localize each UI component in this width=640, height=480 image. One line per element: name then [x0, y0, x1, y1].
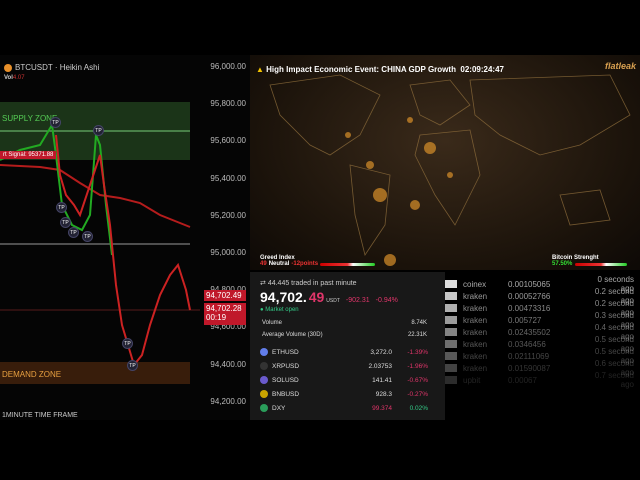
axis-label: 95,200.00 [210, 210, 246, 220]
bitcoin-icon [4, 63, 12, 72]
tp-marker: TP [82, 231, 93, 242]
coin-icon [260, 348, 268, 356]
coin-icon [260, 404, 268, 412]
price-chart[interactable]: SUPPLY ZONE DEMAND ZONE BTCUSDT · Heikin… [0, 55, 250, 420]
axis-label: 95,800.00 [210, 99, 246, 109]
flag-icon [445, 340, 457, 348]
trades-list: coinex 0.00105065 0 seconds ago kraken 0.000… [445, 272, 640, 420]
warning-icon: ▲ [256, 65, 264, 74]
flag-icon [445, 376, 457, 384]
ticker-info-panel: ⇄ 44.445 traded in past minute 94,702. 49… [250, 272, 445, 420]
moving-average [0, 164, 191, 228]
event-countdown: 02:09:24:47 [460, 65, 504, 74]
flag-icon [445, 292, 457, 300]
ticker-row[interactable]: ETHUSD 3,272.0 -1.39% [260, 345, 428, 359]
tp-marker: TP [56, 202, 67, 213]
flag-icon [445, 364, 457, 372]
timeframe-label: 1MINUTE TIME FRAME [2, 412, 78, 419]
symbol-title: BTCUSDT · Heikin Ashi [4, 63, 99, 72]
trade-row: upbit 0.00067 0.7 second ago [445, 371, 640, 389]
flag-icon [445, 352, 457, 360]
current-price: 94,702. 49 USDT -902.31 -0.94% [260, 289, 398, 305]
candles [0, 122, 200, 368]
tp-marker: TP [93, 125, 104, 136]
candle-countdown: 00:19 [206, 313, 227, 322]
traded-per-minute: ⇄ 44.445 traded in past minute [260, 280, 357, 287]
price-tag-2: 94,702.28 00:19 [204, 303, 246, 325]
tp-marker: TP [50, 117, 61, 128]
greed-index: Greed Index 49 Neutral -12points [260, 255, 376, 267]
axis-label: 95,600.00 [210, 136, 246, 146]
axis-label: 95,000.00 [210, 248, 246, 257]
axis-label: 94,400.00 [210, 359, 246, 369]
volume-row: Volume 8.74K [262, 320, 427, 326]
avg-volume-row: Average Volume (30D) 22.31K [262, 332, 427, 338]
strength-bar [575, 262, 628, 266]
world-map [269, 74, 631, 266]
tp-marker: TP [127, 360, 138, 371]
ticker-row[interactable]: XRPUSD 2.03753 -1.96% [260, 359, 428, 373]
coin-icon [260, 362, 268, 370]
exchange-icon: ⇄ [260, 280, 266, 287]
market-status: ● Market open [260, 307, 299, 313]
down-candles [55, 134, 191, 368]
logo: flatleak [604, 61, 636, 71]
ticker-row[interactable]: SOLUSD 141.41 -0.67% [260, 373, 428, 387]
axis-label: 96,000.00 [210, 62, 246, 71]
coin-icon [260, 376, 268, 384]
coin-icon [260, 390, 268, 398]
flag-icon [445, 304, 457, 312]
bitcoin-strength: Bitcoin Strenght 57.50% [552, 255, 628, 267]
last-price-tag: 94,702.49 [204, 290, 246, 301]
tp-marker: TP [60, 217, 71, 228]
ticker-list: ETHUSD 3,272.0 -1.39% XRPUSD 2.03753 -1.96% SO… [260, 345, 428, 415]
world-map-panel: ▲ High Impact Economic Event: CHINA GDP … [250, 55, 640, 270]
signal-label: rt Signal: 95371.88 [0, 151, 57, 159]
axis-label: 94,200.00 [210, 396, 246, 406]
axis-label: 95,400.00 [210, 173, 246, 183]
economic-event-banner: ▲ High Impact Economic Event: CHINA GDP … [256, 65, 504, 74]
flag-icon [445, 280, 457, 288]
tp-marker: TP [68, 227, 79, 238]
greed-bar [320, 262, 376, 266]
ticker-row[interactable]: DXY 99.374 0.02% [260, 401, 428, 415]
volume-label: Vol4.07 [4, 75, 25, 81]
flag-icon [445, 328, 457, 336]
tp-marker: TP [122, 338, 133, 349]
flag-icon [445, 316, 457, 324]
ticker-row[interactable]: BNBUSD 928.3 -0.27% [260, 387, 428, 401]
